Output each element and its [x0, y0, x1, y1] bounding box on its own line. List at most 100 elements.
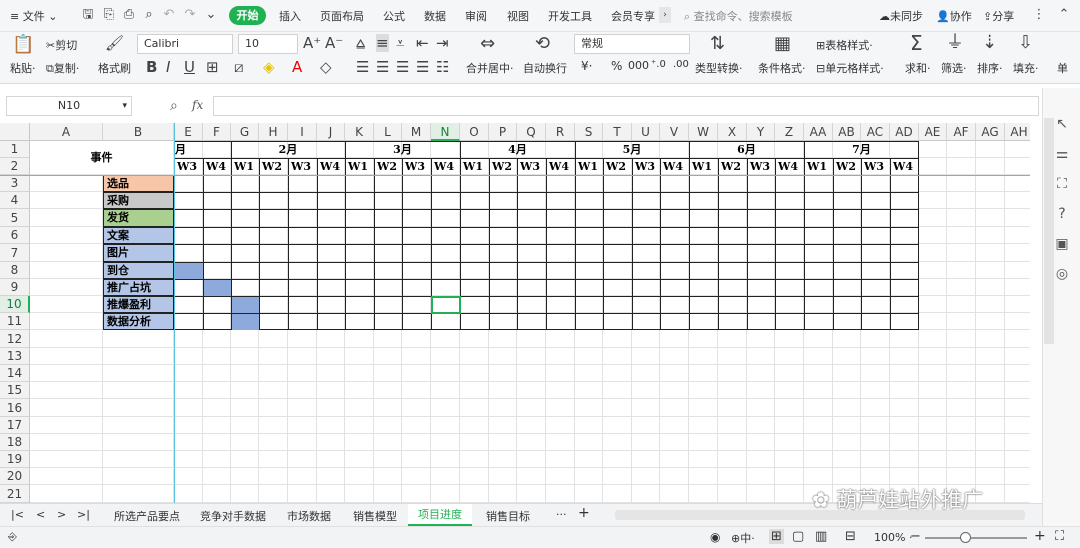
cell[interactable] [203, 451, 231, 468]
cell[interactable] [103, 451, 174, 468]
cell[interactable] [947, 244, 976, 262]
cell[interactable] [861, 348, 890, 365]
cell[interactable] [317, 417, 345, 434]
clear-icon[interactable]: ◇ [320, 58, 332, 76]
cell[interactable] [489, 313, 517, 330]
cell[interactable] [890, 192, 919, 209]
cell[interactable] [575, 313, 603, 330]
cell[interactable] [919, 209, 947, 227]
cell[interactable] [603, 365, 632, 382]
cell[interactable] [489, 348, 517, 365]
cell[interactable] [1005, 365, 1030, 382]
cell[interactable] [489, 209, 517, 227]
cell[interactable] [259, 434, 288, 451]
format-painter-button[interactable]: 格式刷 [98, 60, 131, 76]
cell[interactable] [775, 330, 804, 348]
cell[interactable] [231, 175, 259, 192]
sync-status[interactable]: ☁未同步 [879, 8, 923, 24]
column-header[interactable]: N [431, 123, 460, 141]
cell[interactable] [689, 399, 718, 417]
cell[interactable] [345, 365, 374, 382]
cell[interactable] [30, 209, 103, 227]
column-header[interactable]: O [460, 123, 489, 141]
cell[interactable] [546, 451, 575, 468]
cell[interactable] [804, 451, 833, 468]
cell[interactable] [775, 365, 804, 382]
cell[interactable] [174, 485, 203, 503]
cell[interactable] [919, 468, 947, 485]
column-header[interactable]: P [489, 123, 517, 141]
cell[interactable] [689, 262, 718, 279]
cell[interactable] [203, 192, 231, 209]
cell[interactable] [374, 244, 402, 262]
cell[interactable] [374, 365, 402, 382]
cell[interactable] [976, 227, 1005, 244]
cell[interactable] [575, 365, 603, 382]
cell[interactable] [30, 296, 103, 313]
cell[interactable] [718, 192, 747, 209]
cell[interactable] [402, 279, 431, 296]
sheet-tab[interactable]: 竞争对手数据 [200, 508, 266, 524]
cell[interactable] [689, 468, 718, 485]
cell[interactable] [288, 382, 317, 399]
wrap-icon[interactable]: ⟲ [535, 35, 550, 53]
cell[interactable] [689, 244, 718, 262]
tab-data[interactable]: 数据 [424, 8, 446, 24]
column-header[interactable]: AG [976, 123, 1005, 141]
cell[interactable] [660, 175, 689, 192]
merge-icon[interactable]: ⇔ [480, 35, 495, 53]
cell[interactable] [1005, 262, 1030, 279]
column-header[interactable]: AB [833, 123, 861, 141]
cell[interactable] [489, 468, 517, 485]
cell[interactable] [718, 175, 747, 192]
cell[interactable] [517, 209, 546, 227]
cell[interactable] [603, 451, 632, 468]
row-header[interactable]: 17 [0, 417, 30, 434]
cell[interactable] [747, 227, 775, 244]
column-header[interactable]: Y [747, 123, 775, 141]
cell[interactable] [402, 313, 431, 330]
cell[interactable] [345, 279, 374, 296]
cell[interactable] [231, 417, 259, 434]
cell[interactable] [103, 348, 174, 365]
cell[interactable] [976, 417, 1005, 434]
cell[interactable] [317, 209, 345, 227]
cell[interactable] [517, 451, 546, 468]
cell[interactable] [345, 313, 374, 330]
cell[interactable] [718, 468, 747, 485]
cell[interactable] [288, 417, 317, 434]
italic-icon[interactable]: I [166, 58, 170, 76]
cell[interactable] [919, 158, 947, 175]
cell[interactable] [947, 451, 976, 468]
type-convert-icon[interactable]: ⇅ [710, 35, 725, 53]
cell[interactable] [747, 330, 775, 348]
cell[interactable] [575, 330, 603, 348]
add-sheet-icon[interactable]: + [578, 505, 590, 521]
cell[interactable] [575, 262, 603, 279]
cell[interactable] [660, 244, 689, 262]
cell[interactable] [775, 175, 804, 192]
cell[interactable] [718, 227, 747, 244]
cell[interactable] [1005, 209, 1030, 227]
cell[interactable] [919, 313, 947, 330]
column-header[interactable]: AF [947, 123, 976, 141]
cell[interactable] [861, 417, 890, 434]
cell[interactable] [833, 468, 861, 485]
collab-button[interactable]: 👤协作 [936, 8, 972, 24]
cell[interactable] [689, 313, 718, 330]
cell[interactable] [603, 262, 632, 279]
cell[interactable] [833, 227, 861, 244]
cell[interactable] [976, 175, 1005, 192]
cell[interactable] [833, 417, 861, 434]
cell[interactable] [747, 175, 775, 192]
cell[interactable] [1005, 468, 1030, 485]
cell[interactable] [317, 296, 345, 313]
cell[interactable] [689, 227, 718, 244]
eye-protect-icon[interactable]: ◉ [710, 530, 720, 544]
cell[interactable] [203, 348, 231, 365]
cell[interactable] [890, 399, 919, 417]
cell[interactable] [689, 279, 718, 296]
print-icon[interactable]: ⎙ [121, 7, 137, 23]
cell[interactable] [259, 279, 288, 296]
adjust-icon[interactable]: ⚌ [1054, 146, 1070, 162]
